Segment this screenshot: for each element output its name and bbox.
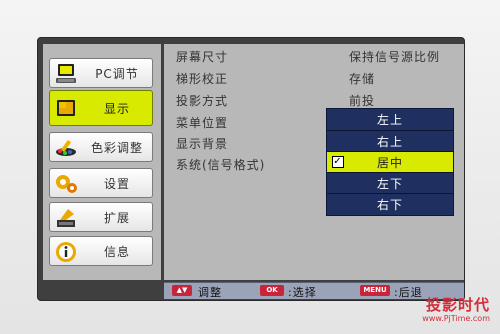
setting-label: 屏幕尺寸 (176, 50, 229, 64)
setting-value: 存储 (349, 72, 376, 86)
sidebar-item-expand[interactable]: 扩展 (49, 202, 153, 232)
setting-label: 梯形校正 (176, 72, 229, 86)
sidebar: PC调节 显示 色彩调整 设置 扩展 信息 (43, 44, 161, 280)
watermark: 投影时代 www.PjTime.com (400, 296, 490, 324)
watermark-title: 投影时代 (425, 296, 490, 314)
option-label: 右上 (376, 134, 403, 149)
option-label: 左下 (376, 176, 403, 191)
dropdown-option-bottom-left[interactable]: 左下 (327, 172, 453, 193)
setting-row-screen-size[interactable]: 屏幕尺寸 保持信号源比例 (164, 46, 464, 66)
color-adjust-icon (54, 136, 80, 160)
setting-label: 菜单位置 (176, 116, 229, 130)
expand-icon (54, 206, 80, 230)
setting-label: 显示背景 (176, 137, 229, 151)
sidebar-item-label: 扩展 (103, 210, 130, 225)
setting-value: 保持信号源比例 (349, 50, 441, 64)
sidebar-item-color-adjust[interactable]: 色彩调整 (49, 132, 153, 162)
setting-value: 前投 (349, 94, 376, 108)
sidebar-item-settings[interactable]: 设置 (49, 168, 153, 198)
monitor-keyboard-icon (54, 62, 80, 86)
sidebar-item-label: PC调节 (95, 66, 139, 81)
watermark-url: www.PjTime.com (422, 314, 490, 323)
option-label: 居中 (376, 155, 403, 170)
select-hint: :选择 (288, 286, 317, 299)
gears-icon (54, 172, 80, 196)
sidebar-item-display[interactable]: 显示 (49, 90, 153, 126)
ok-key-icon: OK (260, 285, 284, 296)
option-label: 左上 (376, 113, 403, 127)
display-icon (54, 97, 80, 121)
checkbox-checked-icon: ✓ (332, 156, 344, 168)
dropdown-option-top-right[interactable]: 右上 (327, 130, 453, 151)
sidebar-item-label: 色彩调整 (90, 140, 143, 155)
sidebar-item-info[interactable]: 信息 (49, 236, 153, 266)
sidebar-item-label: 信息 (103, 244, 130, 259)
setting-row-keystone[interactable]: 梯形校正 存储 (164, 68, 464, 88)
sidebar-item-pc-adjust[interactable]: PC调节 (49, 58, 153, 88)
setting-row-projection-mode[interactable]: 投影方式 前投 (164, 90, 464, 110)
dropdown-option-bottom-right[interactable]: 右下 (327, 193, 453, 214)
dropdown-option-top-left[interactable]: 左上 (327, 109, 453, 130)
setting-label: 系统(信号格式) (176, 158, 266, 172)
dropdown-option-center[interactable]: ✓ 居中 (327, 151, 453, 172)
sidebar-item-label: 设置 (103, 176, 130, 191)
setting-label: 投影方式 (176, 94, 229, 108)
updown-key-icon: ▲▼ (172, 285, 192, 296)
menu-key-icon: MENU (360, 285, 390, 296)
option-label: 右下 (376, 197, 403, 212)
sidebar-item-label: 显示 (103, 101, 130, 116)
menu-position-dropdown[interactable]: 左上 右上 ✓ 居中 左下 右下 (326, 108, 454, 216)
info-icon (54, 240, 80, 264)
adjust-hint: 调整 (198, 286, 222, 299)
